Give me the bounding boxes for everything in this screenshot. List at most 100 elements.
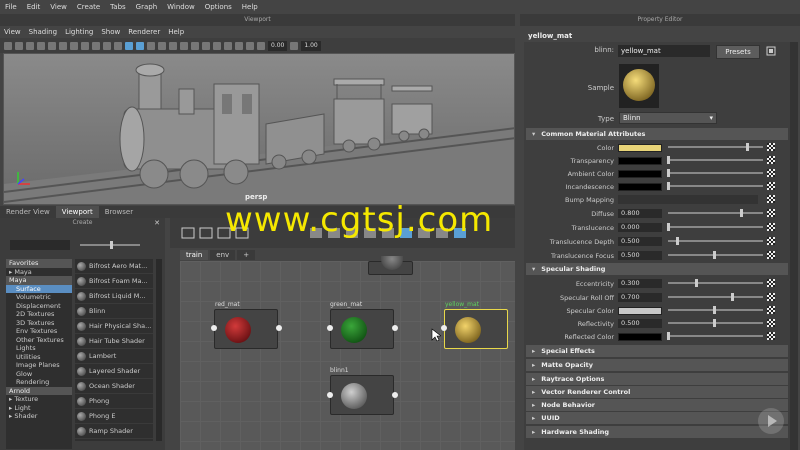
incandescence-swatch[interactable] xyxy=(618,182,662,191)
incandescence-slider-knob[interactable] xyxy=(667,182,670,190)
section-node-behavior[interactable]: ▸ Node Behavior xyxy=(526,399,788,411)
shader-node-blinn1[interactable] xyxy=(330,375,394,415)
section-special-effects[interactable]: ▸ Special Effects xyxy=(526,345,788,357)
menu-view[interactable]: View xyxy=(45,3,72,11)
menu-create[interactable]: Create xyxy=(72,3,105,11)
list-item[interactable]: Bifrost Foam Ma... xyxy=(75,274,153,289)
type-dropdown[interactable]: Blinn ▾ xyxy=(619,112,717,124)
map-button-icon[interactable] xyxy=(767,306,775,314)
3d-viewport[interactable] xyxy=(3,53,515,205)
smooth-shade-icon[interactable] xyxy=(136,41,144,50)
list-item[interactable]: Hair Physical Sha... xyxy=(75,319,153,334)
output-port[interactable] xyxy=(392,325,398,331)
lights-icon[interactable] xyxy=(158,41,166,50)
menu-file[interactable]: File xyxy=(0,3,22,11)
list-item[interactable]: Layered Shader xyxy=(75,364,153,379)
grid-icon[interactable] xyxy=(48,41,56,50)
map-button-icon[interactable] xyxy=(767,251,775,259)
backface-icon[interactable] xyxy=(246,41,254,50)
list-item[interactable]: Hair Tube Shader xyxy=(75,334,153,349)
textured-icon[interactable] xyxy=(147,41,155,50)
tree-item[interactable]: Displacement xyxy=(6,302,72,311)
vp-menu-view[interactable]: View xyxy=(0,28,25,36)
diffuse-slider[interactable] xyxy=(668,212,763,214)
map-button-icon[interactable] xyxy=(767,237,775,245)
color-swatch[interactable] xyxy=(618,143,662,152)
eccentricity-slider[interactable] xyxy=(668,282,763,284)
gamma-field[interactable]: 1.00 xyxy=(301,40,321,51)
reflected-color-slider-knob[interactable] xyxy=(667,332,670,340)
tree-item[interactable]: Maya xyxy=(6,276,72,285)
list-item[interactable]: Lambert xyxy=(75,349,153,364)
section-hardware-shading[interactable]: ▸ Hardware Shading xyxy=(526,426,788,438)
icon-size-slider-knob[interactable] xyxy=(110,241,113,249)
vp-menu-shading[interactable]: Shading xyxy=(25,28,61,36)
safe-title-icon[interactable] xyxy=(114,41,122,50)
camera-icon[interactable] xyxy=(4,41,12,50)
isolate-icon[interactable] xyxy=(213,41,221,50)
vp-menu-show[interactable]: Show xyxy=(97,28,124,36)
menu-graph[interactable]: Graph xyxy=(131,3,162,11)
xray-joints-icon[interactable] xyxy=(235,41,243,50)
tree-item[interactable]: Image Planes xyxy=(6,361,72,370)
map-button-icon[interactable] xyxy=(767,182,775,190)
tree-item[interactable]: 2D Textures xyxy=(6,310,72,319)
tree-item[interactable]: ▸ Shader xyxy=(6,412,72,421)
specular-color-slider-knob[interactable] xyxy=(713,306,716,314)
shader-list-scrollbar[interactable] xyxy=(156,259,162,441)
shader-node-red-mat[interactable] xyxy=(214,309,278,349)
tab-yellow-mat[interactable]: yellow_mat xyxy=(524,30,574,42)
tree-item[interactable]: Arnold xyxy=(6,386,72,395)
reflected-color-swatch[interactable] xyxy=(618,332,662,341)
presets-button[interactable]: Presets xyxy=(716,45,760,59)
vp-menu-help[interactable]: Help xyxy=(164,28,188,36)
map-button-icon[interactable] xyxy=(767,319,775,327)
xray-icon[interactable] xyxy=(224,41,232,50)
tree-item[interactable]: Utilities xyxy=(6,353,72,362)
translucence-depth-slider[interactable] xyxy=(668,240,763,242)
specular-roll-off-slider[interactable] xyxy=(668,296,763,298)
diffuse-field[interactable]: 0.800 xyxy=(618,209,662,218)
list-item[interactable]: Ocean Shader xyxy=(75,379,153,394)
list-item[interactable]: Bifrost Liquid M... xyxy=(75,289,153,304)
translucence-depth-field[interactable]: 0.500 xyxy=(618,237,662,246)
map-button-icon[interactable] xyxy=(767,279,775,287)
menu-tabs[interactable]: Tabs xyxy=(105,3,131,11)
section-specular-shading[interactable]: ▾ Specular Shading xyxy=(526,263,788,275)
section-matte-opacity[interactable]: ▸ Matte Opacity xyxy=(526,359,788,371)
tree-item[interactable]: Rendering xyxy=(6,378,72,387)
specular-color-swatch[interactable] xyxy=(618,306,662,315)
ambient-color-slider[interactable] xyxy=(668,172,763,174)
menu-help[interactable]: Help xyxy=(237,3,263,11)
input-port[interactable] xyxy=(327,392,333,398)
list-item[interactable]: Phong E xyxy=(75,409,153,424)
map-button-icon[interactable] xyxy=(767,332,775,340)
map-button-icon[interactable] xyxy=(767,293,775,301)
diffuse-slider-knob[interactable] xyxy=(740,209,743,217)
map-button-icon[interactable] xyxy=(767,169,775,177)
menu-edit[interactable]: Edit xyxy=(22,3,46,11)
tab-env[interactable]: env xyxy=(210,250,236,260)
map-button-icon[interactable] xyxy=(767,156,775,164)
reflectivity-field[interactable]: 0.500 xyxy=(618,319,662,328)
tab-browser[interactable]: Browser xyxy=(99,206,139,218)
section-vector-renderer[interactable]: ▸ Vector Renderer Control xyxy=(526,386,788,398)
translucence-focus-field[interactable]: 0.500 xyxy=(618,251,662,260)
translucence-slider-knob[interactable] xyxy=(667,223,670,231)
tree-item[interactable]: Favorites xyxy=(6,259,72,268)
motion-blur-icon[interactable] xyxy=(191,41,199,50)
film-gate-icon[interactable] xyxy=(59,41,67,50)
translucence-slider[interactable] xyxy=(668,226,763,228)
list-item[interactable]: Phong xyxy=(75,394,153,409)
menu-window[interactable]: Window xyxy=(162,3,200,11)
input-port[interactable] xyxy=(441,325,447,331)
node-name-field[interactable]: yellow_mat xyxy=(618,45,710,57)
menu-options[interactable]: Options xyxy=(200,3,237,11)
tree-item[interactable]: ▸ Texture xyxy=(6,395,72,404)
map-button-icon[interactable] xyxy=(767,223,775,231)
transparency-slider[interactable] xyxy=(668,159,763,161)
transparency-slider-knob[interactable] xyxy=(667,156,670,164)
color-slider-knob[interactable] xyxy=(746,143,749,151)
translucence-depth-slider-knob[interactable] xyxy=(676,237,679,245)
eccentricity-field[interactable]: 0.300 xyxy=(618,279,662,288)
